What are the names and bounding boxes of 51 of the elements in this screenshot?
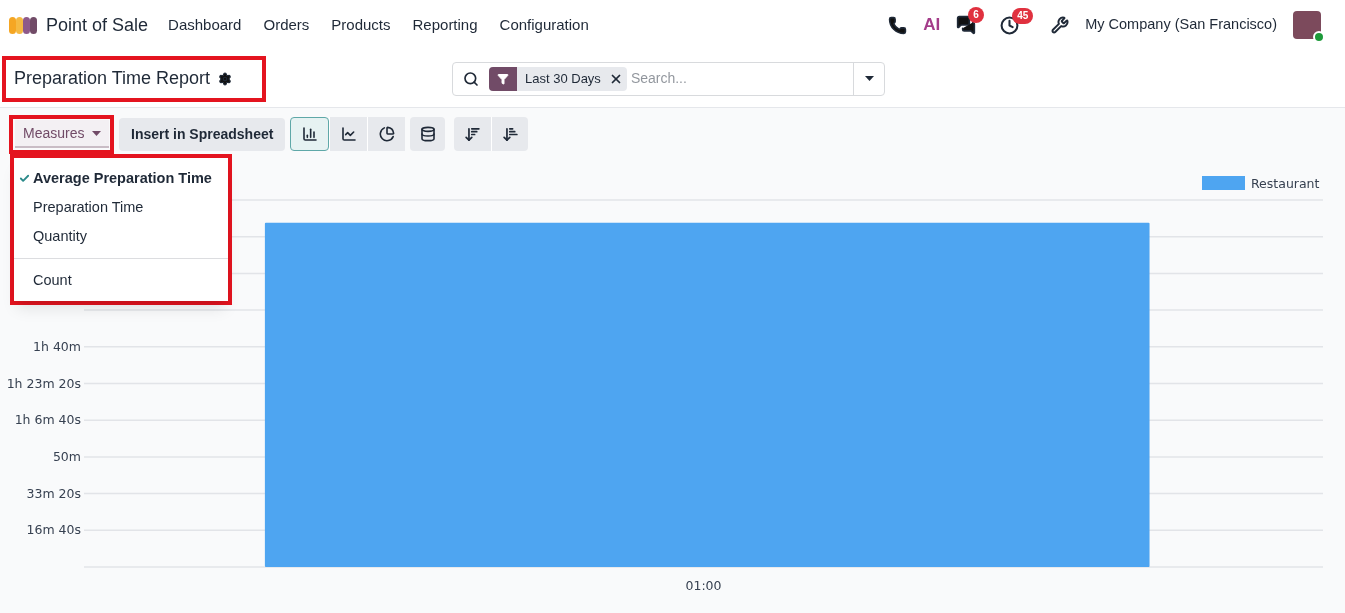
facet-label: Last 30 Days bbox=[524, 69, 602, 88]
pie-chart-button[interactable] bbox=[367, 117, 406, 151]
line-chart-button[interactable] bbox=[329, 117, 368, 151]
notification-count: 45 bbox=[1012, 7, 1034, 24]
search-icon[interactable] bbox=[463, 70, 479, 87]
check-icon bbox=[19, 173, 30, 184]
measure-option[interactable]: Preparation Time bbox=[14, 193, 228, 222]
menu-item[interactable]: Configuration bbox=[499, 13, 589, 37]
caret-icon bbox=[92, 130, 102, 136]
y-axis-label: 33m 20s bbox=[26, 485, 81, 501]
menu-item[interactable]: Dashboard bbox=[168, 13, 242, 37]
x-axis-label: 01:00 bbox=[685, 578, 722, 593]
sort-ascending-button[interactable] bbox=[491, 117, 529, 151]
search-input[interactable]: Search... bbox=[626, 68, 853, 89]
measure-option[interactable]: Count bbox=[14, 266, 228, 295]
menu-item[interactable]: Orders bbox=[263, 13, 310, 37]
y-axis-label: 1h 23m 20s bbox=[6, 375, 81, 391]
legend-label[interactable]: Restaurant bbox=[1251, 176, 1320, 191]
menu-item[interactable]: Reporting bbox=[412, 13, 478, 37]
phone-icon[interactable] bbox=[888, 15, 908, 35]
search-field[interactable]: Last 30 Days Search... bbox=[452, 61, 885, 96]
y-axis-label: 1h 6m 40s bbox=[14, 412, 81, 428]
y-axis-label: 50m bbox=[52, 448, 81, 464]
page-title: Preparation Time Report bbox=[14, 67, 211, 90]
settings-icon[interactable] bbox=[218, 71, 233, 86]
bar-chart-button[interactable] bbox=[290, 117, 330, 151]
sort-ascending-icon bbox=[501, 125, 519, 143]
insert-spreadsheet-button[interactable]: Insert in Spreadsheet bbox=[119, 117, 286, 151]
line-chart-icon bbox=[340, 126, 357, 142]
app-name[interactable]: Point of Sale bbox=[46, 11, 149, 39]
y-axis-label: 16m 40s bbox=[26, 522, 81, 538]
legend-swatch bbox=[1202, 176, 1245, 190]
stacked-button[interactable] bbox=[410, 117, 446, 151]
app-logo-icon bbox=[8, 15, 38, 35]
measure-option[interactable]: Average Preparation Time bbox=[14, 164, 228, 193]
ai-logo[interactable]: AI bbox=[923, 12, 941, 38]
bar-chart-icon bbox=[301, 126, 318, 142]
sort-descending-button[interactable] bbox=[454, 117, 492, 151]
y-axis-label: 1h 40m bbox=[33, 338, 81, 354]
menu-item[interactable]: Products bbox=[331, 13, 391, 37]
company-name[interactable]: My Company (San Francisco) bbox=[1085, 14, 1277, 36]
sort-descending-icon bbox=[464, 125, 482, 143]
notification-count: 6 bbox=[968, 7, 984, 23]
measure-option[interactable]: Quantity bbox=[14, 222, 228, 251]
stack-icon bbox=[419, 126, 436, 142]
tools-icon[interactable] bbox=[1051, 16, 1070, 34]
pie-chart-icon bbox=[378, 126, 395, 142]
caret-icon bbox=[864, 76, 874, 81]
filter-icon bbox=[497, 72, 509, 85]
measures-button[interactable]: Measures bbox=[15, 120, 110, 148]
user-avatar[interactable] bbox=[1293, 11, 1321, 39]
